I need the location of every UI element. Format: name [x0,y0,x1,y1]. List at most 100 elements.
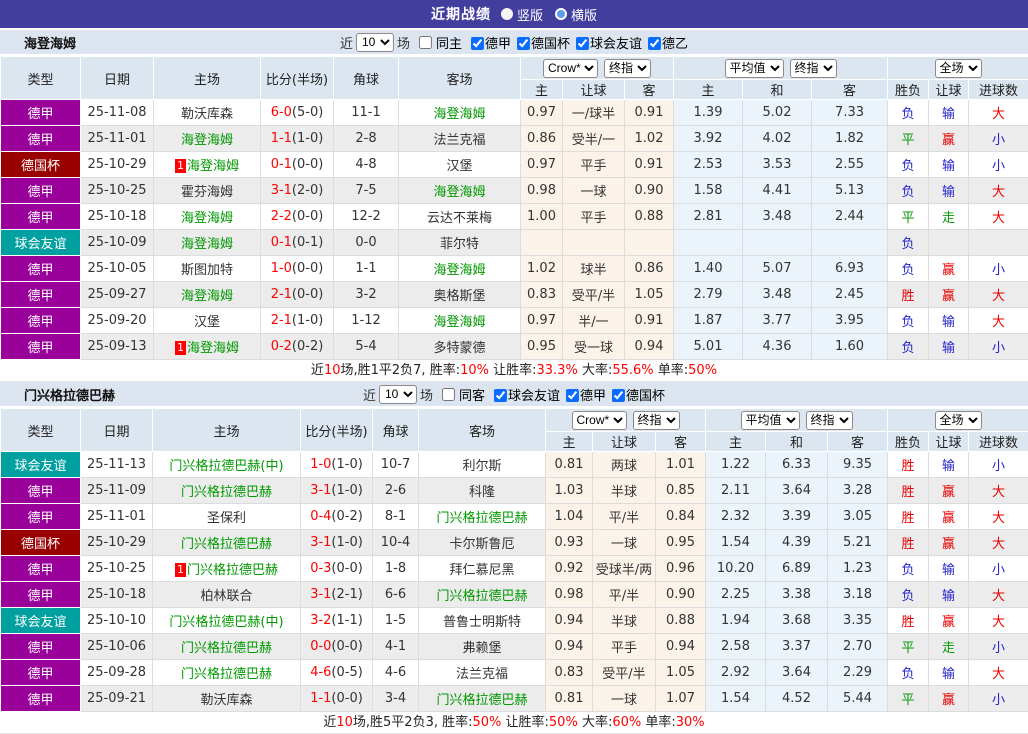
away-team-cell: 弗赖堡 [419,634,546,660]
team-name: 门兴格拉德巴赫 [187,563,278,578]
league-checkbox-球会友谊[interactable] [576,37,589,50]
match-row: 德甲25-10-18柏林联合3-1(2-1)6-6门兴格拉德巴赫0.98平/半0… [1,582,1028,608]
league-checkbox-label: 德国杯 [626,389,665,404]
team-name: 汉堡 [446,159,472,174]
radio-horizontal-label: 横版 [571,5,597,24]
away-team-cell: 法兰克福 [419,660,546,686]
league-checkbox-球会友谊[interactable] [494,389,507,402]
odds-home-cell: 0.95 [521,334,563,360]
odds-home-cell: 1.00 [521,204,563,230]
summary-text: 场,胜1平2负7, 胜率: [340,363,460,378]
stats-summary: 近10场,胜1平2负7, 胜率:10% 让胜率:33.3% 大率:55.6% 单… [0,360,1028,382]
date-cell: 25-10-29 [81,530,153,556]
match-row: 德甲25-10-251门兴格拉德巴赫0-3(0-0)1-8拜仁慕尼黑0.92受球… [1,556,1028,582]
radio-selected-icon[interactable] [501,8,513,20]
avg-home-cell: 2.58 [706,634,766,660]
col-avg-draw: 和 [766,432,828,452]
corner-cell: 1-5 [373,608,419,634]
league-cell: 德国杯 [1,152,81,178]
league-cell: 德甲 [1,504,81,530]
avg-away-cell: 7.33 [812,100,888,126]
halftime-score: (1-0) [331,535,362,550]
league-checkbox-德国杯[interactable] [612,389,625,402]
same-venue-checkbox[interactable] [442,388,455,401]
result-group-header: 全场 [888,409,1028,432]
odds-away-cell: 1.05 [625,282,674,308]
league-checkbox-德国杯[interactable] [517,37,530,50]
avg-home-cell: 2.92 [706,660,766,686]
away-team-cell: 门兴格拉德巴赫 [419,686,546,712]
avg-draw-cell: 6.33 [766,452,828,478]
score-cell: 0-3(0-0) [301,556,373,582]
match-row: 德甲25-11-09门兴格拉德巴赫3-1(1-0)2-6科隆1.03半球0.85… [1,478,1028,504]
result-handicap-cell [929,230,969,256]
average-time-select[interactable]: 终指 [806,411,853,430]
odds-home-cell: 0.97 [521,308,563,334]
league-cell: 球会友谊 [1,608,81,634]
odds-away-cell: 1.01 [656,452,706,478]
corner-cell: 2-6 [373,478,419,504]
away-team-cell: 卡尔斯鲁厄 [419,530,546,556]
result-group-header: 全场 [888,57,1028,80]
near-label: 近 [363,385,376,404]
team-name: 海登海姆 [433,315,485,330]
avg-away-cell: 2.45 [812,282,888,308]
result-goals-cell: 小 [969,256,1028,282]
match-row: 德甲25-10-25霍芬海姆3-1(2-0)7-5海登海姆0.98一球0.901… [1,178,1028,204]
fulltime-score: 1-0 [271,261,292,276]
result-handicap-cell: 输 [929,178,969,204]
average-time-select[interactable]: 终指 [790,59,837,78]
match-row: 德国杯25-10-291海登海姆0-1(0-0)4-8汉堡0.97平手0.912… [1,152,1028,178]
recent-count-select[interactable]: 10 [379,385,417,404]
radio-vertical-layout[interactable]: 竖版 [501,5,543,24]
odds-time-select[interactable]: 终指 [633,411,680,430]
fulltime-select[interactable]: 全场 [935,59,982,78]
col-result-wdl: 胜负 [888,80,929,100]
near-label: 近 [340,33,353,52]
average-select[interactable]: 平均值 [725,59,784,78]
team-name: 科隆 [469,485,495,500]
odds-handicap-cell: 受一球 [563,334,625,360]
odds-handicap-cell [563,230,625,256]
avg-away-cell: 1.23 [828,556,888,582]
match-row: 德甲25-11-01海登海姆1-1(1-0)2-8法兰克福0.86受半/一1.0… [1,126,1028,152]
avg-home-cell: 1.58 [674,178,743,204]
result-handicap-cell: 赢 [929,530,969,556]
same-venue-checkbox[interactable] [419,36,432,49]
bookmaker-select[interactable]: Crow* [543,59,598,78]
odds-home-cell: 1.04 [546,504,593,530]
result-handicap-cell: 赢 [929,282,969,308]
avg-home-cell: 1.54 [706,686,766,712]
odds-away-cell: 1.02 [625,126,674,152]
odds-away-cell: 0.94 [656,634,706,660]
avg-away-cell: 2.70 [828,634,888,660]
home-team-cell: 圣保利 [153,504,301,530]
bookmaker-select[interactable]: Crow* [572,411,627,430]
halftime-score: (2-1) [331,587,362,602]
result-goals-cell: 大 [969,608,1028,634]
odds-time-select[interactable]: 终指 [604,59,651,78]
fulltime-select[interactable]: 全场 [935,411,982,430]
radio-horizontal-layout[interactable]: 横版 [555,5,597,24]
corner-cell: 6-6 [373,582,419,608]
recent-count-select[interactable]: 10 [356,33,394,52]
odds-away-cell: 0.84 [656,504,706,530]
result-wdl-cell: 负 [888,178,929,204]
league-checkbox-德乙[interactable] [648,37,661,50]
result-wdl-cell: 平 [888,634,929,660]
league-checkbox-德甲[interactable] [566,389,579,402]
radio-unselected-icon[interactable] [555,8,567,20]
halftime-score: (0-0) [331,691,362,706]
home-team-cell: 1海登海姆 [154,152,261,178]
odds-handicap-cell: 半球 [593,478,656,504]
odds-handicap-cell: 一球 [593,686,656,712]
col-type: 类型 [1,409,81,452]
fulltime-score: 0-4 [310,509,331,524]
team-name: 门兴格拉德巴赫 [181,537,272,552]
average-select[interactable]: 平均值 [741,411,800,430]
section-header: 门兴格拉德巴赫 近 10 场 同客 球会友谊德甲德国杯 [0,382,1028,408]
result-handicap-cell: 输 [929,452,969,478]
result-wdl-cell: 胜 [888,452,929,478]
result-goals-cell: 小 [969,452,1028,478]
league-checkbox-德甲[interactable] [471,37,484,50]
